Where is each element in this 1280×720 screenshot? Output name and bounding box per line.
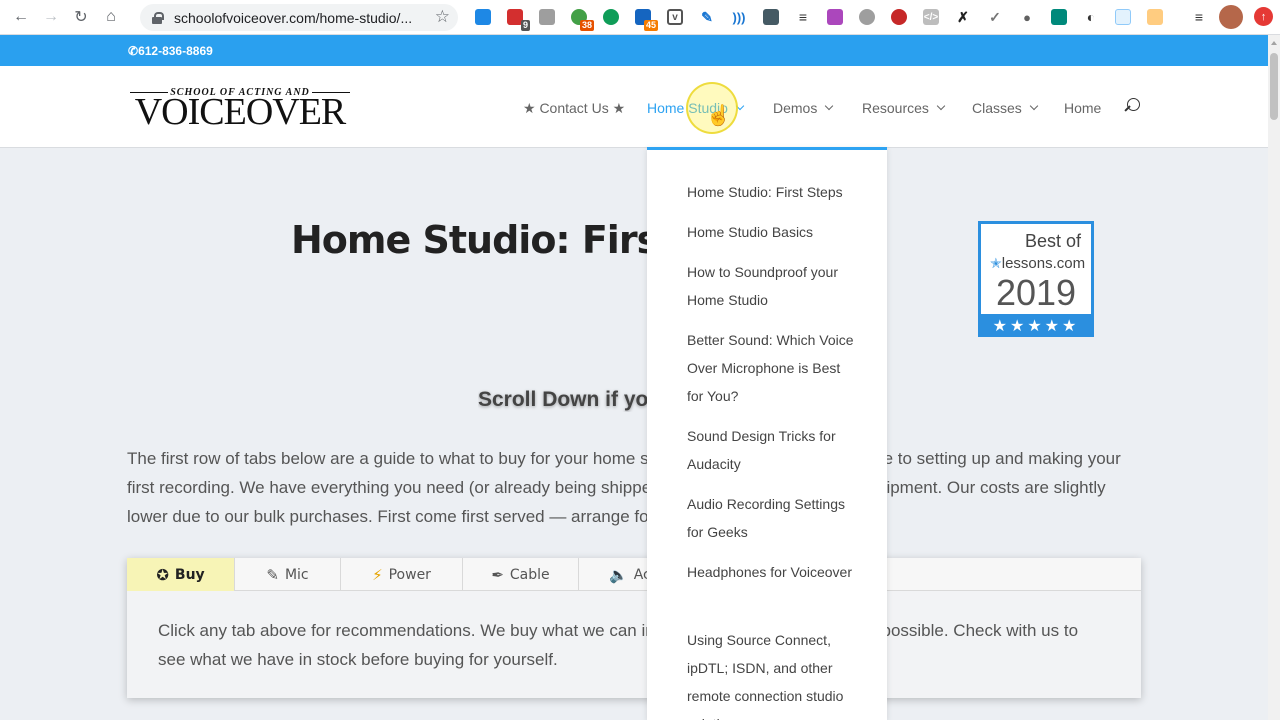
lightning-icon: ⚡	[372, 565, 383, 584]
bookmark-star-icon[interactable]: ☆	[435, 7, 450, 27]
check-circle-icon[interactable]: ✓	[984, 6, 1006, 28]
intro-paragraph: The first row of tabs below are a guide …	[127, 449, 1121, 526]
speaker-icon: 🔈	[609, 565, 628, 584]
award-year: 2019	[995, 272, 1077, 313]
page-scrollbar[interactable]	[1268, 35, 1280, 720]
site-logo[interactable]: SCHOOL OF ACTING AND VOICEOVER	[130, 87, 350, 131]
award-stars: ★★★★★	[992, 318, 1080, 335]
dropdown-item[interactable]: Home Studio: First Steps	[687, 178, 857, 206]
phone-text: 612-836-8869	[138, 44, 213, 58]
address-bar[interactable]: schoolofvoiceover.com/home-studio/... ☆	[140, 4, 458, 31]
site-header: SCHOOL OF ACTING AND VOICEOVER ★ Contact…	[0, 66, 1268, 147]
reload-icon[interactable]: ↻	[66, 2, 96, 32]
bulb-icon[interactable]: ●	[1016, 6, 1038, 28]
lock-icon	[152, 11, 164, 24]
avatar[interactable]	[1219, 5, 1243, 29]
nav-classes-label: Classes	[972, 100, 1022, 116]
lessons-award-badge[interactable]: Best of ✭lessons.com 2019 ★★★★★	[978, 221, 1094, 337]
media-queue-icon[interactable]: ≡	[1188, 6, 1210, 28]
nav-demos[interactable]: Demos	[773, 98, 834, 118]
tab-cable[interactable]: ✒ Cable	[463, 558, 579, 591]
pocket-icon[interactable]: v	[664, 6, 686, 28]
nav-resources[interactable]: Resources	[862, 98, 946, 118]
extension-icon[interactable]	[536, 6, 558, 28]
dropdown-item[interactable]: Headphones for Voiceover	[687, 558, 857, 586]
tools-icon[interactable]: ✗	[952, 6, 974, 28]
extension-icon[interactable]	[888, 6, 910, 28]
tab-label: Cable	[509, 566, 550, 583]
extension-badge: 45	[643, 20, 658, 31]
chevron-down-icon	[825, 101, 834, 111]
nav-home-label: Home	[1064, 100, 1102, 116]
tab-label: Mic	[284, 566, 309, 583]
dropdown-item[interactable]: How to Soundproof your Home Studio	[687, 258, 857, 314]
extension-icon[interactable]	[1144, 6, 1166, 28]
dropdown-item[interactable]: Better Sound: Which Voice Over Microphon…	[687, 326, 857, 410]
update-icon[interactable]: ↑	[1254, 7, 1273, 26]
dropdown-item[interactable]: Home Studio Basics	[687, 218, 857, 246]
extension-icon[interactable]	[1048, 6, 1070, 28]
code-icon[interactable]: </>	[920, 6, 942, 28]
forward-arrow-icon[interactable]: →	[36, 2, 66, 32]
pen-icon[interactable]: ✎	[696, 6, 718, 28]
list-icon[interactable]: ≡	[792, 6, 814, 28]
scroll-prompt: Scroll Down if you	[478, 388, 648, 411]
extension-icon[interactable]: 9	[504, 6, 530, 31]
tab-bar: ✪ Buy ✎ Mic ⚡ Power ✒ Cable 🔈 Ac	[127, 558, 1141, 591]
nav-demos-label: Demos	[773, 100, 818, 116]
browser-toolbar: ← → ↻ ⌂ schoolofvoiceover.com/home-studi…	[0, 0, 1280, 35]
award-site: ✭lessons.com	[990, 255, 1085, 272]
extension-icon[interactable]	[600, 6, 622, 28]
tab-power[interactable]: ⚡ Power	[341, 558, 463, 591]
home-icon[interactable]: ⌂	[96, 2, 126, 32]
logo-wordmark: VOICEOVER	[134, 91, 347, 133]
extension-badge: 9	[520, 20, 530, 31]
url-text: schoolofvoiceover.com/home-studio/...	[174, 9, 413, 26]
star-icon: ✭	[990, 255, 1002, 271]
award-panel: Best of ✭lessons.com 2019	[981, 224, 1091, 314]
tab-label: Power	[388, 566, 431, 583]
hand-cursor-icon: ☝	[706, 105, 731, 127]
extensions-bar: 9 38 45 v ✎ ))) ≡ </> ✗ ✓ ● ◐	[472, 6, 1166, 31]
microphone-icon: ✎	[266, 565, 279, 584]
shield-icon[interactable]	[760, 6, 782, 28]
nav-contact[interactable]: ★ Contact Us ★	[523, 98, 625, 118]
back-arrow-icon[interactable]: ←	[6, 2, 36, 32]
extension-icon[interactable]	[856, 6, 878, 28]
extension-badge: 38	[579, 20, 594, 31]
nav-home[interactable]: Home	[1064, 98, 1101, 118]
tab-mic[interactable]: ✎ Mic	[235, 558, 341, 591]
extension-icon[interactable]: 38	[568, 6, 594, 31]
equipment-tabs: ✪ Buy ✎ Mic ⚡ Power ✒ Cable 🔈 Ac Click any ta…	[127, 558, 1141, 698]
extension-icon[interactable]	[824, 6, 846, 28]
search-icon[interactable]	[1123, 97, 1143, 117]
tab-content: Click any tab above for recommendations.…	[158, 621, 1079, 669]
page-title: Home Studio: First Steps	[291, 218, 647, 262]
award-site-text: lessons.com	[1001, 255, 1086, 272]
chevron-down-icon	[1029, 101, 1039, 111]
dropdown-item[interactable]: Audio Recording Settings for Geeks	[687, 490, 857, 546]
star-icon: ✪	[156, 565, 169, 584]
audio-icon[interactable]: )))	[728, 6, 750, 28]
scroll-up-arrow-icon[interactable]	[1271, 41, 1277, 45]
nav-resources-label: Resources	[862, 100, 929, 116]
extension-icon[interactable]: 45	[632, 6, 658, 31]
extension-icon[interactable]	[1112, 6, 1134, 28]
tab-buy[interactable]: ✪ Buy	[127, 558, 235, 591]
award-best-of: Best of	[1024, 231, 1081, 251]
extension-icon[interactable]	[472, 6, 494, 28]
home-studio-dropdown: Home Studio: First Steps Home Studio Bas…	[647, 147, 887, 720]
nav-contact-label: ★ Contact Us ★	[523, 99, 626, 116]
phone-number[interactable]: ✆612-836-8869	[128, 44, 213, 58]
top-bar: ✆612-836-8869	[0, 35, 1268, 66]
scroll-thumb[interactable]	[1270, 53, 1278, 120]
chevron-down-icon	[936, 101, 946, 111]
cable-icon: ✒	[491, 565, 504, 584]
tab-label: Buy	[174, 566, 205, 583]
nav-classes[interactable]: Classes	[972, 98, 1039, 118]
dropdown-item[interactable]: Using Source Connect, ipDTL; ISDN, and o…	[687, 626, 857, 720]
dark-mode-icon[interactable]: ◐	[1080, 6, 1102, 28]
dropdown-item[interactable]: Sound Design Tricks for Audacity	[687, 422, 857, 478]
